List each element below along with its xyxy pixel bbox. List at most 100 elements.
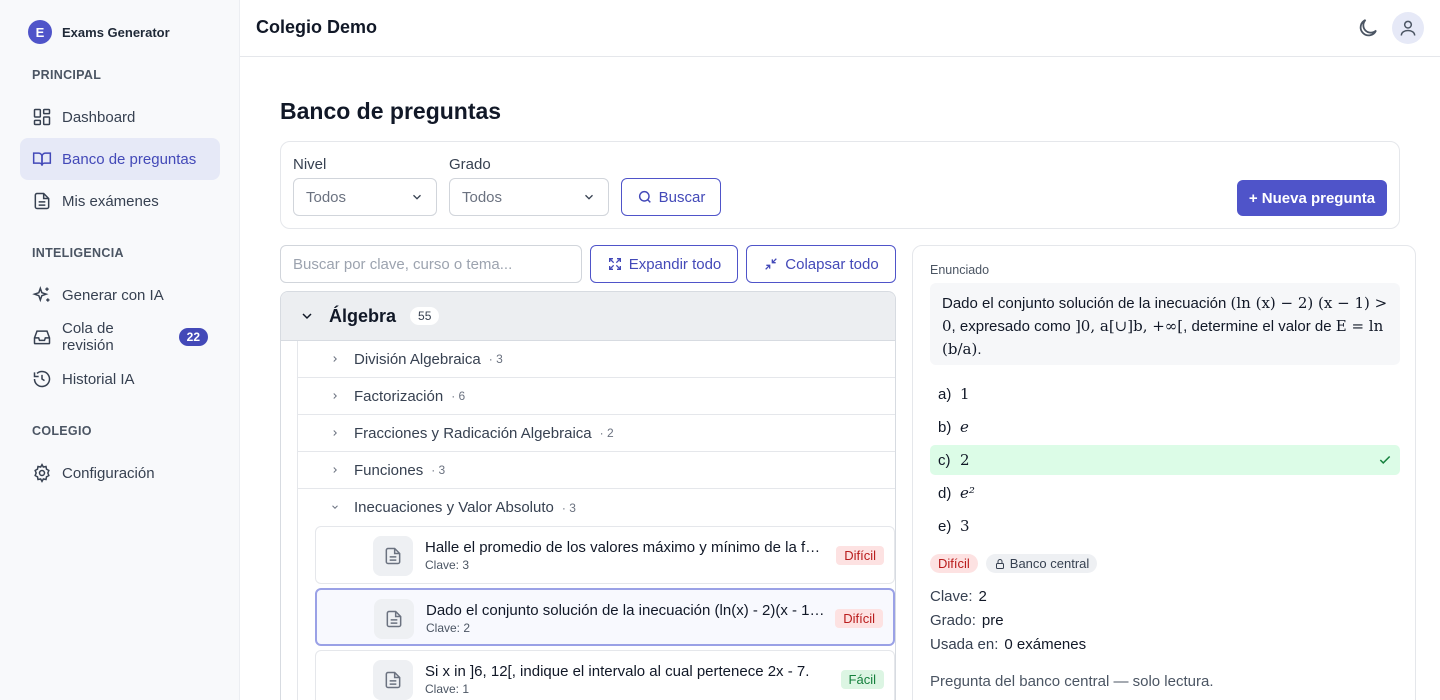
chevron-down-icon bbox=[413, 194, 421, 200]
question-card-selected[interactable]: Dado el conjunto solución de la inecuaci… bbox=[315, 588, 895, 646]
topic-row[interactable]: Factorización · 6 bbox=[297, 378, 895, 415]
brand-logo: E bbox=[28, 20, 52, 44]
option-letter: e) bbox=[938, 517, 952, 535]
question-detail-panel: Enunciado Dado el conjunto solución de l… bbox=[912, 245, 1416, 700]
course-count-badge: 55 bbox=[410, 307, 440, 325]
answer-option[interactable]: b) e bbox=[930, 412, 1400, 442]
answer-option-correct[interactable]: c) 2 bbox=[930, 445, 1400, 475]
option-letter: d) bbox=[938, 484, 952, 502]
brand[interactable]: E Exams Generator bbox=[28, 20, 170, 44]
sidebar-item-generar-con-ia[interactable]: Generar con IA bbox=[20, 274, 220, 316]
sidebar-item-label: Mis exámenes bbox=[62, 192, 159, 210]
sidebar-item-cola-de-revision[interactable]: Cola de revisión 22 bbox=[20, 316, 220, 358]
answer-option[interactable]: e) 3 bbox=[930, 511, 1400, 541]
course-title: Álgebra bbox=[329, 305, 397, 326]
question-card[interactable]: Halle el promedio de los valores máximo … bbox=[315, 526, 895, 584]
topic-label: Inecuaciones y Valor Absoluto bbox=[354, 499, 554, 516]
statement-text: , expresado como bbox=[951, 318, 1075, 335]
sidebar-item-label: Cola de revisión bbox=[62, 320, 114, 354]
meta-label: Clave: bbox=[930, 588, 973, 605]
statement-math: ]0, a[∪]b, +∞[ bbox=[1074, 317, 1184, 335]
question-search-input[interactable] bbox=[280, 245, 582, 283]
topic-row-expanded[interactable]: Inecuaciones y Valor Absoluto · 3 bbox=[297, 489, 895, 526]
grado-select-value: Todos bbox=[462, 188, 503, 206]
question-tags: Difícil Banco central bbox=[930, 554, 1098, 573]
option-value: e bbox=[960, 418, 969, 436]
sidebar-item-dashboard[interactable]: Dashboard bbox=[20, 96, 220, 138]
meta-label: Usada en: bbox=[930, 636, 999, 653]
course-row-algebra[interactable]: Álgebra 55 bbox=[281, 292, 895, 341]
option-letter: a) bbox=[938, 385, 952, 403]
new-question-button[interactable]: + Nueva pregunta bbox=[1237, 180, 1387, 216]
expand-icon bbox=[608, 258, 621, 270]
option-letter: b) bbox=[938, 418, 952, 436]
topic-label: División Algebraica bbox=[354, 350, 481, 368]
collapse-all-label: Colapsar todo bbox=[785, 255, 879, 273]
topic-label: Funciones bbox=[354, 461, 424, 479]
inbox-icon bbox=[33, 330, 51, 345]
meta-clave: Clave: 2 bbox=[930, 588, 987, 605]
sidebar-item-mis-examenes[interactable]: Mis exámenes bbox=[20, 180, 220, 222]
topic-label: Factorización bbox=[354, 387, 444, 405]
topic-count: · 3 bbox=[561, 500, 576, 515]
book-icon bbox=[32, 152, 52, 166]
meta-value: 0 exámenes bbox=[1004, 636, 1087, 653]
dashboard-icon bbox=[33, 108, 51, 126]
brand-name: Exams Generator bbox=[62, 24, 170, 40]
chevron-right-icon bbox=[333, 393, 337, 399]
sidebar-item-label: Generar con IA bbox=[62, 286, 164, 304]
question-key: Clave: 1 bbox=[425, 682, 470, 696]
expand-all-label: Expandir todo bbox=[628, 255, 722, 273]
section-label-principal: PRINCIPAL bbox=[32, 68, 102, 82]
document-icon bbox=[34, 192, 50, 210]
user-menu-button[interactable] bbox=[1392, 12, 1424, 44]
sidebar-item-historial-ia[interactable]: Historial IA bbox=[20, 358, 220, 400]
filter-card: Nivel Todos Grado Todos Buscar + Nueva p… bbox=[280, 141, 1400, 229]
sidebar-item-label: Configuración bbox=[62, 464, 155, 482]
difficulty-badge: Difícil bbox=[836, 546, 884, 565]
search-button[interactable]: Buscar bbox=[621, 178, 721, 216]
topic-row[interactable]: Funciones · 3 bbox=[297, 452, 895, 489]
question-list: Halle el promedio de los valores máximo … bbox=[297, 526, 895, 700]
collapse-all-button[interactable]: Colapsar todo bbox=[746, 245, 896, 283]
statement-label: Enunciado bbox=[930, 263, 990, 277]
meta-value: pre bbox=[981, 612, 1004, 629]
statement-text: , determine el valor de bbox=[1183, 318, 1336, 335]
question-key: Clave: 3 bbox=[425, 558, 470, 572]
bank-tag: Banco central bbox=[985, 554, 1098, 573]
topic-row[interactable]: División Algebraica · 3 bbox=[297, 341, 895, 378]
sparkles-icon bbox=[32, 286, 50, 303]
meta-usada: Usada en: 0 exámenes bbox=[930, 636, 1086, 653]
sidebar-item-banco-de-preguntas[interactable]: Banco de preguntas bbox=[20, 138, 220, 180]
difficulty-badge: Fácil bbox=[840, 670, 884, 689]
topbar: Colegio Demo bbox=[240, 0, 1440, 57]
topic-count: · 3 bbox=[488, 352, 503, 366]
org-name: Colegio Demo bbox=[256, 17, 378, 37]
sidebar-item-label: Dashboard bbox=[62, 108, 136, 126]
question-key: Clave: 2 bbox=[426, 621, 471, 635]
user-icon bbox=[1400, 20, 1416, 36]
collapse-icon bbox=[765, 258, 778, 270]
sidebar: E Exams Generator PRINCIPAL Dashboard Ba… bbox=[0, 0, 240, 700]
answer-options: a) 1 b) e c) 2 d) e² e) 3 bbox=[930, 379, 1400, 544]
nivel-label: Nivel bbox=[293, 156, 327, 173]
question-text: Halle el promedio de los valores máximo … bbox=[425, 539, 825, 556]
expand-all-button[interactable]: Expandir todo bbox=[590, 245, 738, 283]
question-text: Dado el conjunto solución de la inecuaci… bbox=[426, 602, 826, 619]
sidebar-item-configuracion[interactable]: Configuración bbox=[20, 452, 220, 494]
option-value: 3 bbox=[960, 517, 970, 535]
option-value: 2 bbox=[960, 451, 970, 469]
moon-icon[interactable] bbox=[1356, 16, 1380, 40]
lock-icon bbox=[995, 558, 1004, 569]
question-card[interactable]: Si x in ]6, 12[, indique el intervalo al… bbox=[315, 650, 895, 700]
answer-option[interactable]: a) 1 bbox=[930, 379, 1400, 409]
question-file-icon bbox=[373, 660, 413, 700]
history-icon bbox=[33, 370, 51, 388]
nivel-select[interactable]: Todos bbox=[293, 178, 437, 216]
answer-option[interactable]: d) e² bbox=[930, 478, 1400, 508]
grado-label: Grado bbox=[449, 156, 491, 173]
review-count-badge: 22 bbox=[178, 328, 208, 346]
topic-label: Fracciones y Radicación Algebraica bbox=[354, 424, 592, 442]
grado-select[interactable]: Todos bbox=[449, 178, 609, 216]
topic-row[interactable]: Fracciones y Radicación Algebraica · 2 bbox=[297, 415, 895, 452]
